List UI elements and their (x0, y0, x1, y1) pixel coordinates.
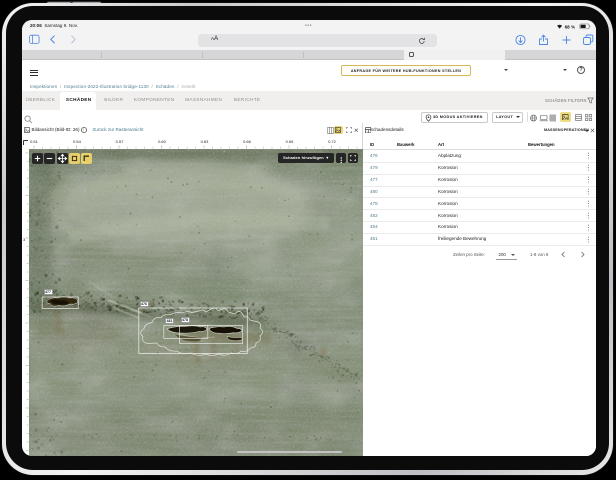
svg-text:0.51: 0.51 (30, 139, 39, 144)
svg-text:0.72: 0.72 (328, 139, 337, 144)
svg-text:68 %: 68 % (565, 25, 575, 30)
svg-text:0.54: 0.54 (73, 139, 82, 144)
svg-text:0.57: 0.57 (116, 139, 125, 144)
svg-text:0.63: 0.63 (201, 139, 210, 144)
svg-text:0.60: 0.60 (158, 139, 167, 144)
svg-text:0.69: 0.69 (286, 139, 295, 144)
svg-text:0.66: 0.66 (243, 139, 252, 144)
